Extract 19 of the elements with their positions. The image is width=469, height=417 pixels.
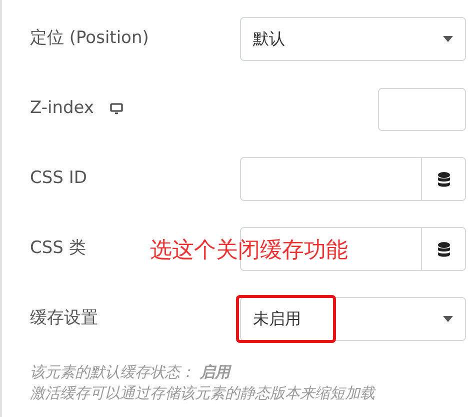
monitor-icon[interactable] (110, 103, 123, 115)
help-text: 该元素的默认缓存状态： 启用 (30, 362, 232, 383)
select-value: 默认 (253, 28, 286, 50)
select-value: 未启用 (253, 308, 302, 330)
annotation-text: 选这个关闭缓存功能 (150, 237, 348, 265)
database-icon (438, 172, 450, 186)
input-field[interactable] (240, 227, 466, 271)
field-label: CSS 类 (30, 237, 86, 260)
select-field[interactable]: 默认 (240, 17, 466, 61)
database-icon (438, 242, 450, 256)
input-field[interactable] (378, 88, 466, 130)
field-label: 缓存设置 (30, 307, 98, 330)
input-field[interactable] (240, 157, 466, 201)
field-label: Z-index (30, 97, 94, 120)
help-text: 激活缓存可以通过存储该元素的静态版本来缩短加载 (30, 383, 377, 404)
field-label: CSS ID (30, 167, 87, 190)
caret-icon (443, 316, 453, 322)
caret-icon (443, 36, 453, 42)
field-label: 定位 (Position) (30, 27, 149, 50)
